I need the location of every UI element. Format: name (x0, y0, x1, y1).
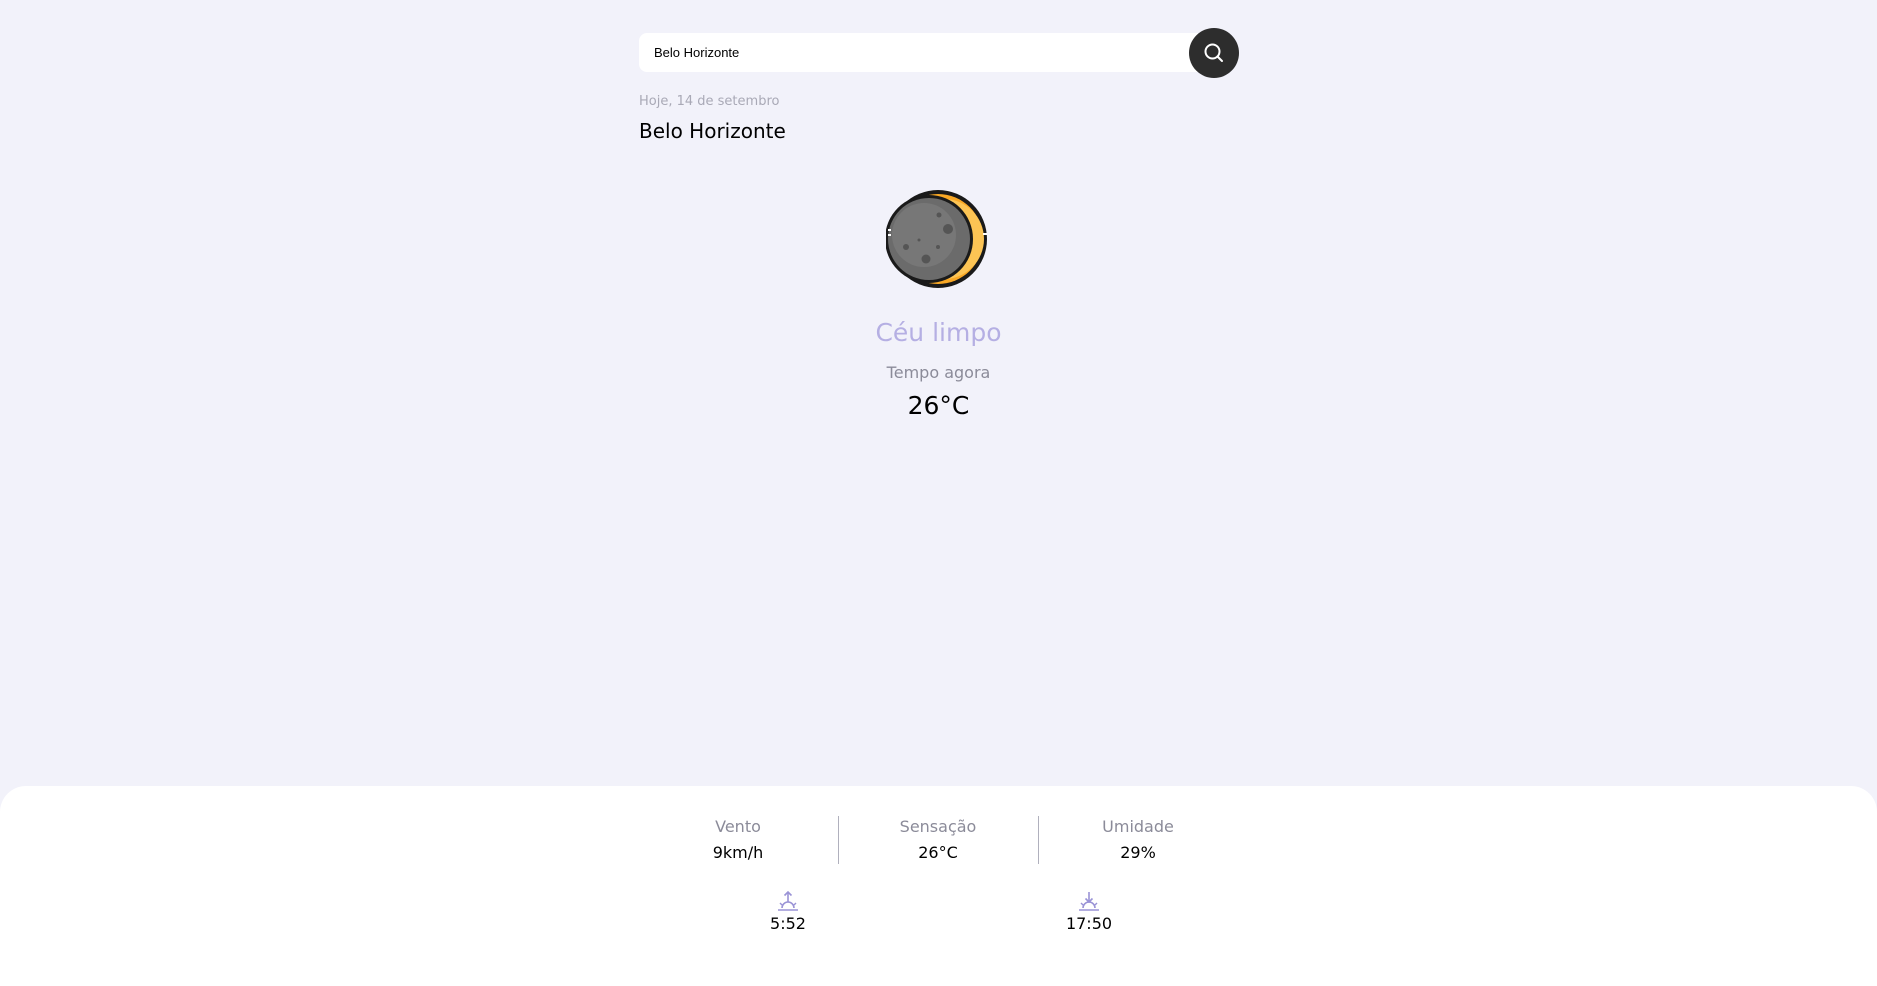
divider (838, 816, 839, 864)
sunset: 17:50 (1049, 890, 1129, 933)
current-weather-label: Tempo agora (886, 363, 991, 382)
sunrise-time: 5:52 (770, 914, 806, 933)
current-date: Hoje, 14 de setembro (639, 94, 780, 109)
sunrise-icon (778, 890, 798, 911)
sunrise: 5:52 (748, 890, 828, 933)
wind-label: Vento (715, 817, 761, 836)
humidity-stat: Umidade 29% (1048, 817, 1228, 862)
wind-value: 9km/h (712, 843, 764, 862)
city-search-input[interactable] (639, 33, 1198, 72)
current-temperature: 26°C (907, 391, 970, 420)
sunset-icon (1079, 892, 1099, 911)
sunset-time: 17:50 (1065, 914, 1113, 933)
weather-condition: Céu limpo (875, 318, 1002, 347)
details-panel: Vento 9km/h Sensação 26°C Umidade 29% 5:… (0, 786, 1877, 986)
moon-icon (886, 190, 987, 288)
feels-like-stat: Sensação 26°C (848, 817, 1028, 862)
divider (1038, 816, 1039, 864)
feels-like-label: Sensação (899, 817, 977, 836)
search-icon (1204, 43, 1223, 62)
humidity-value: 29% (1120, 843, 1156, 862)
city-name: Belo Horizonte (639, 119, 786, 143)
wind-stat: Vento 9km/h (648, 817, 828, 862)
humidity-label: Umidade (1102, 817, 1174, 836)
search-button[interactable] (1189, 28, 1239, 78)
search-bar (639, 33, 1198, 72)
feels-like-value: 26°C (918, 843, 958, 862)
